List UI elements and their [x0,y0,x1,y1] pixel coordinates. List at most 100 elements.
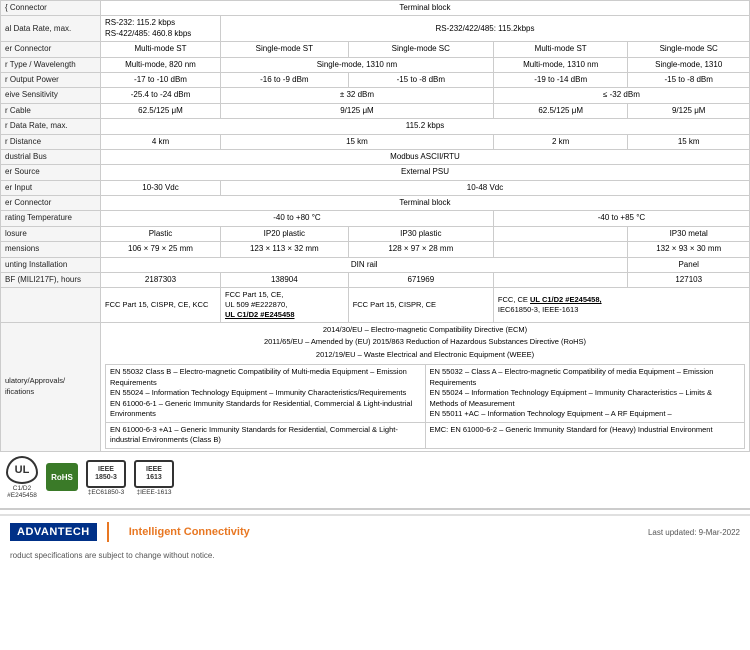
row-value: Multi-mode, 820 nm [101,57,221,72]
footer-logo: ADVANTECH Intelligent Connectivity [10,522,250,542]
row-value: -40 to +80 °C [101,211,494,226]
row-value: FCC, CE UL C1/D2 #E245458,IEC61850-3, IE… [493,288,749,322]
row-value: -19 to -14 dBm [493,72,628,87]
row-value: External PSU [101,165,750,180]
footer-tagline: Intelligent Connectivity [129,526,250,538]
row-label: rating Temperature [1,211,101,226]
row-label: er Input [1,180,101,195]
row-value: DIN rail [101,257,628,272]
row-label: r Data Rate, max. [1,119,101,134]
table-row: ulatory/Approvals/ifications 2014/30/EU … [1,322,750,451]
row-value: 2014/30/EU – Electro-magnetic Compatibil… [101,322,750,451]
row-value: Terminal block [101,196,750,211]
row-value: FCC Part 15, CISPR, CE, KCC [101,288,221,322]
row-value: 10-30 Vdc [101,180,221,195]
row-value: -16 to -9 dBm [221,72,349,87]
row-label: losure [1,226,101,241]
row-value: 2 km [493,134,628,149]
row-value: 9/125 μM [221,103,494,118]
table-row: { Connector Terminal block [1,1,750,16]
table-row: al Data Rate, max. RS-232: 115.2 kbpsRS-… [1,16,750,42]
row-value: 62.5/125 μM [101,103,221,118]
row-label: al Data Rate, max. [1,16,101,42]
footer-date: Last updated: 9-Mar-2022 [648,528,740,537]
spec-table: { Connector Terminal block al Data Rate,… [0,0,750,452]
table-row: unting Installation DIN rail Panel [1,257,750,272]
table-row: r Distance 4 km 15 km 2 km 15 km [1,134,750,149]
row-value: RS-232: 115.2 kbpsRS-422/485: 460.8 kbps [101,16,221,42]
row-label: { Connector [1,1,101,16]
table-row: mensions 106 × 79 × 25 mm 123 × 113 × 32… [1,242,750,257]
row-value: 62.5/125 μM [493,103,628,118]
row-value: 4 km [101,134,221,149]
row-value: 128 × 97 × 28 mm [348,242,493,257]
row-label: r Type / Wavelength [1,57,101,72]
table-row: er Input 10-30 Vdc 10-48 Vdc [1,180,750,195]
row-value: RS-232/422/485: 115.2kbps [221,16,750,42]
row-value: Single-mode ST [221,42,349,57]
row-value: 115.2 kbps [101,119,750,134]
row-value: 106 × 79 × 25 mm [101,242,221,257]
row-value: 138904 [221,273,349,288]
table-row: er Connector Multi-mode ST Single-mode S… [1,42,750,57]
row-value: Single-mode, 1310 [628,57,750,72]
row-value: -17 to -10 dBm [101,72,221,87]
row-value: IP30 metal [628,226,750,241]
row-value: 132 × 93 × 30 mm [628,242,750,257]
row-value: ± 32 dBm [221,88,494,103]
table-row: r Cable 62.5/125 μM 9/125 μM 62.5/125 μM… [1,103,750,118]
row-value [493,226,628,241]
row-label: dustrial Bus [1,149,101,164]
ieee61850-cert-icon: IEEE1850-3 ‡EC61850-3 [86,460,126,496]
row-label: r Cable [1,103,101,118]
row-value: FCC Part 15, CISPR, CE [348,288,493,322]
row-value: 671969 [348,273,493,288]
row-label: eive Sensitivity [1,88,101,103]
row-value: Single-mode SC [348,42,493,57]
table-row: rating Temperature -40 to +80 °C -40 to … [1,211,750,226]
row-value: Multi-mode, 1310 nm [493,57,628,72]
row-value: Multi-mode ST [493,42,628,57]
row-value: Plastic [101,226,221,241]
row-value: 123 × 113 × 32 mm [221,242,349,257]
row-value [493,273,628,288]
row-value: 10-48 Vdc [221,180,750,195]
table-row: BF (MILI217F), hours 2187303 138904 6719… [1,273,750,288]
ieee1613-cert-icon: IEEE1613 ‡IEEE-1613 [134,460,174,496]
row-value: -25.4 to -24 dBm [101,88,221,103]
table-row: er Connector Terminal block [1,196,750,211]
table-row: r Type / Wavelength Multi-mode, 820 nm S… [1,57,750,72]
table-row: losure Plastic IP20 plastic IP30 plastic… [1,226,750,241]
row-label: r Distance [1,134,101,149]
table-row: r Data Rate, max. 115.2 kbps [1,119,750,134]
ul-cert-icon: UL C1/D2#E245458 [6,456,38,501]
row-value: Single-mode SC [628,42,750,57]
row-label: unting Installation [1,257,101,272]
row-value: IP30 plastic [348,226,493,241]
row-label: er Source [1,165,101,180]
footer-note: roduct specifications are subject to cha… [10,551,215,560]
table-row: r Output Power -17 to -10 dBm -16 to -9 … [1,72,750,87]
advantech-brand: ADVANTECH [10,523,97,541]
row-value: 15 km [221,134,494,149]
table-row: dustrial Bus Modbus ASCII/RTU [1,149,750,164]
footer-bar: ADVANTECH Intelligent Connectivity Last … [0,514,750,548]
table-row: FCC Part 15, CISPR, CE, KCC FCC Part 15,… [1,288,750,322]
row-value: Single-mode, 1310 nm [221,57,494,72]
row-label: r Output Power [1,72,101,87]
row-value: -15 to -8 dBm [628,72,750,87]
row-value: IP20 plastic [221,226,349,241]
row-value: Modbus ASCII/RTU [101,149,750,164]
row-value: -15 to -8 dBm [348,72,493,87]
row-label: er Connector [1,196,101,211]
rohs-cert-icon: RoHS [46,463,78,492]
row-value: 9/125 μM [628,103,750,118]
row-label: er Connector [1,42,101,57]
row-label: mensions [1,242,101,257]
row-value: Multi-mode ST [101,42,221,57]
row-value: FCC Part 15, CE,UL 509 #E222870,UL C1/D2… [221,288,349,322]
row-label: ulatory/Approvals/ifications [1,322,101,451]
row-value: -40 to +85 °C [493,211,749,226]
row-value: Panel [628,257,750,272]
row-value: 2187303 [101,273,221,288]
